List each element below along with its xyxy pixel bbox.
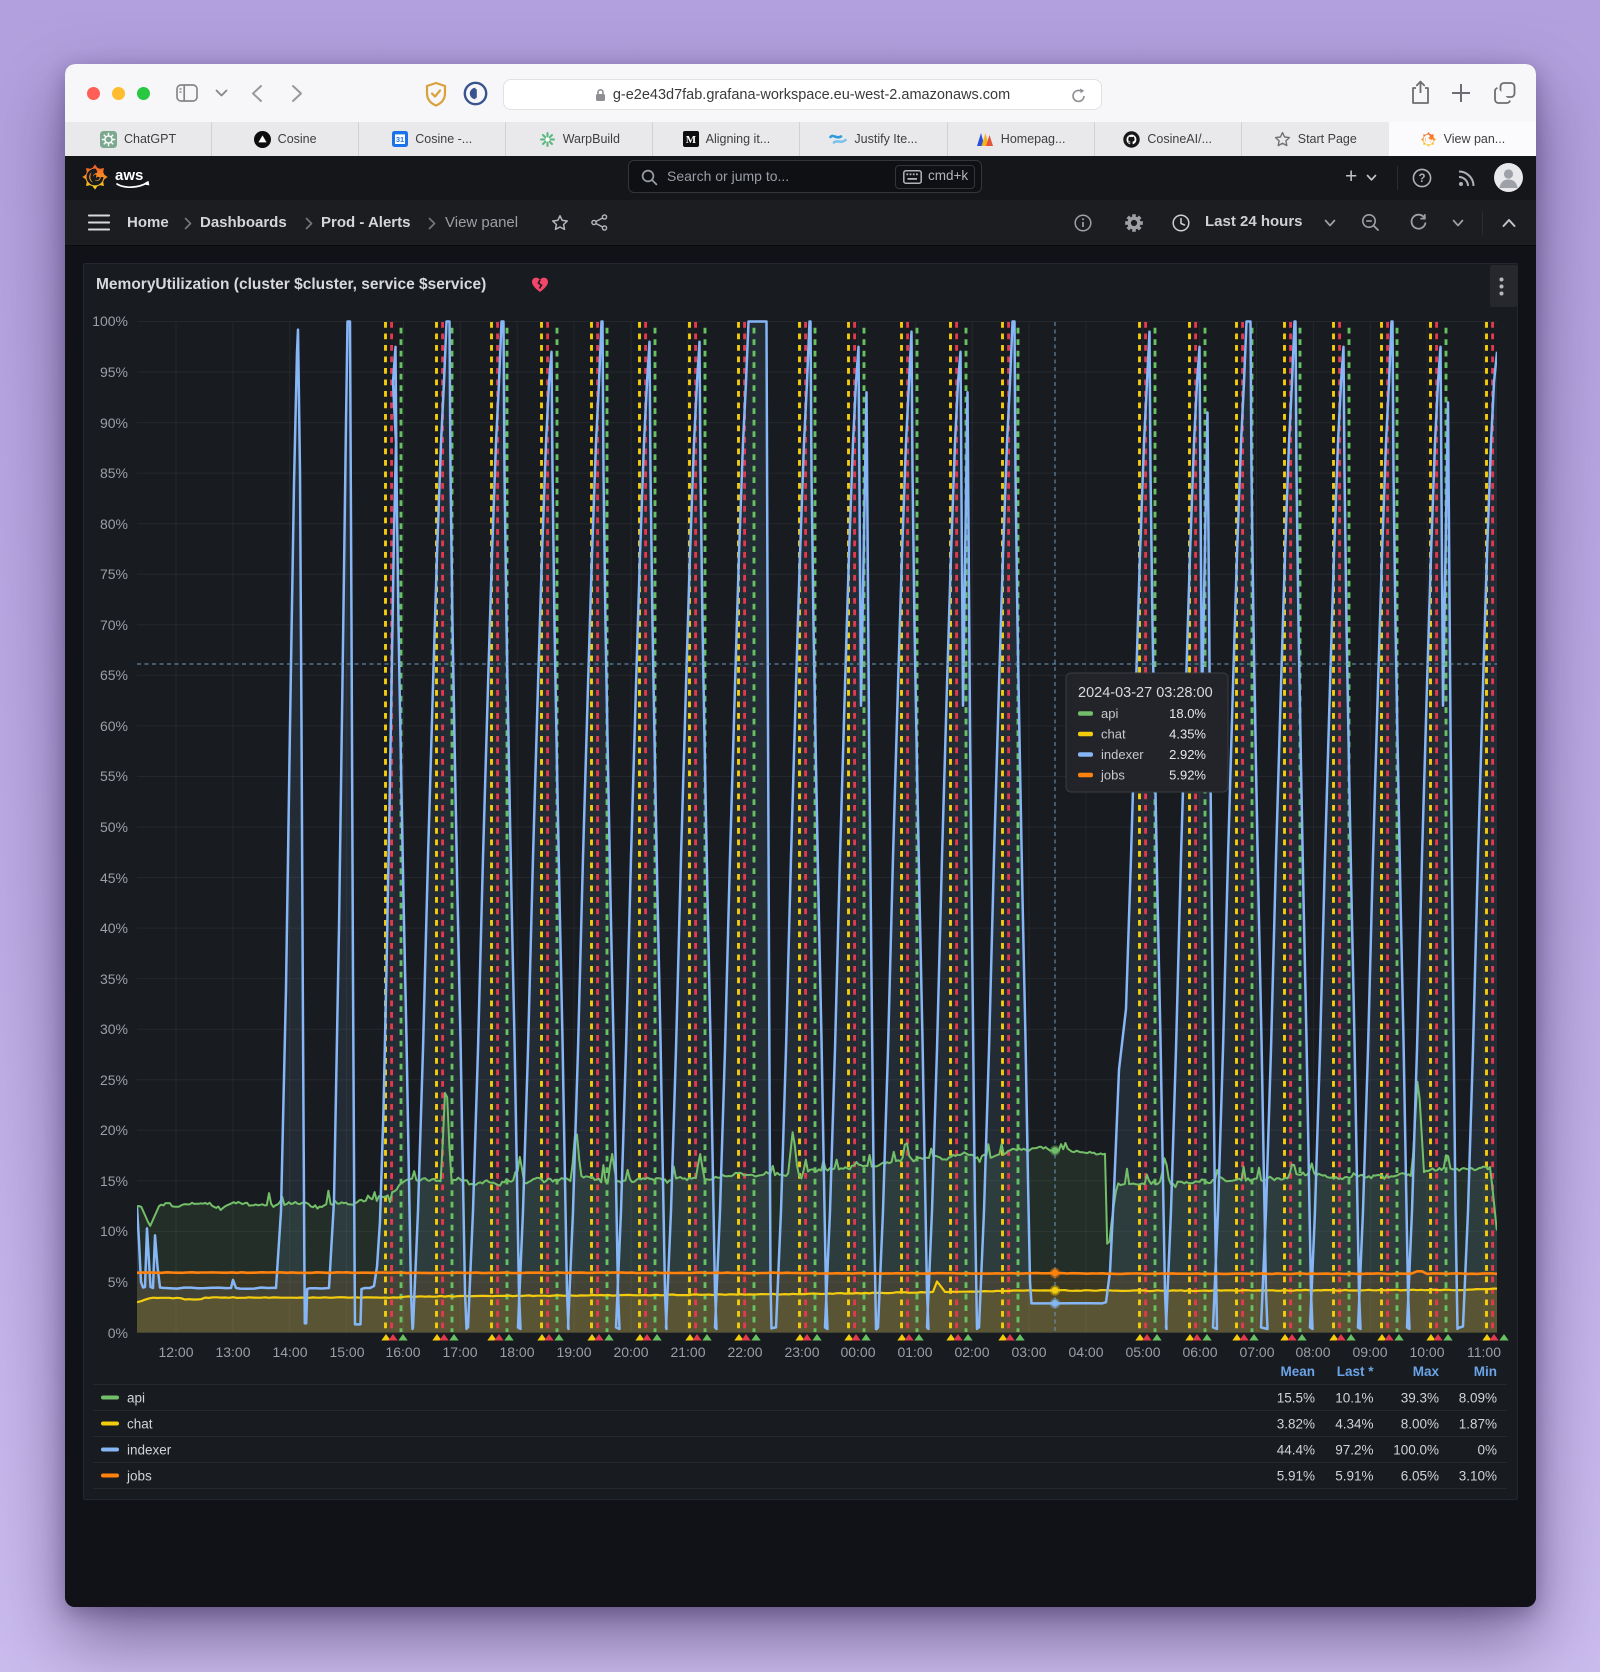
svg-text:10:00: 10:00 — [1409, 1344, 1444, 1360]
svg-text:6.05%: 6.05% — [1401, 1469, 1439, 1484]
svg-text:4.35%: 4.35% — [1169, 727, 1206, 742]
svg-text:0%: 0% — [108, 1325, 128, 1341]
svg-text:08:00: 08:00 — [1295, 1344, 1330, 1360]
svg-text:14:00: 14:00 — [272, 1344, 307, 1360]
svg-text:aws: aws — [115, 167, 143, 184]
svg-text:indexer: indexer — [1101, 747, 1144, 762]
svg-text:12:00: 12:00 — [158, 1344, 193, 1360]
svg-text:15:00: 15:00 — [329, 1344, 364, 1360]
svg-text:40%: 40% — [100, 920, 128, 936]
svg-text:20%: 20% — [100, 1122, 128, 1138]
svg-text:04:00: 04:00 — [1068, 1344, 1103, 1360]
svg-text:M: M — [685, 134, 696, 146]
svg-text:85%: 85% — [100, 465, 128, 481]
svg-text:chat: chat — [1101, 727, 1126, 742]
svg-text:19:00: 19:00 — [556, 1344, 591, 1360]
svg-text:00:00: 00:00 — [840, 1344, 875, 1360]
svg-text:1.87%: 1.87% — [1459, 1417, 1497, 1432]
svg-text:5.91%: 5.91% — [1277, 1469, 1315, 1484]
svg-text:3.10%: 3.10% — [1459, 1469, 1497, 1484]
svg-text:5.92%: 5.92% — [1169, 768, 1206, 783]
svg-text:95%: 95% — [100, 364, 128, 380]
svg-text:01:00: 01:00 — [897, 1344, 932, 1360]
svg-text:jobs: jobs — [126, 1469, 152, 1484]
svg-text:8.00%: 8.00% — [1401, 1417, 1439, 1432]
svg-text:75%: 75% — [100, 566, 128, 582]
svg-text:50%: 50% — [100, 819, 128, 835]
svg-text:18:00: 18:00 — [499, 1344, 534, 1360]
svg-text:13:00: 13:00 — [215, 1344, 250, 1360]
svg-text:22:00: 22:00 — [727, 1344, 762, 1360]
svg-text:5.91%: 5.91% — [1335, 1469, 1373, 1484]
svg-text:05:00: 05:00 — [1125, 1344, 1160, 1360]
svg-text:45%: 45% — [100, 870, 128, 886]
svg-text:100.0%: 100.0% — [1393, 1443, 1439, 1458]
svg-text:8.09%: 8.09% — [1459, 1391, 1497, 1406]
svg-text:97.2%: 97.2% — [1335, 1443, 1373, 1458]
svg-text:60%: 60% — [100, 718, 128, 734]
svg-text:07:00: 07:00 — [1239, 1344, 1274, 1360]
svg-text:chat: chat — [127, 1417, 153, 1432]
svg-text:90%: 90% — [100, 415, 128, 431]
svg-text:25%: 25% — [100, 1072, 128, 1088]
svg-text:?: ? — [1418, 173, 1425, 185]
svg-text:Max: Max — [1413, 1364, 1440, 1379]
svg-text:70%: 70% — [100, 617, 128, 633]
svg-text:4.34%: 4.34% — [1335, 1417, 1373, 1432]
svg-text:jobs: jobs — [1100, 768, 1125, 783]
svg-text:10%: 10% — [100, 1223, 128, 1239]
svg-text:21:00: 21:00 — [670, 1344, 705, 1360]
svg-text:39.3%: 39.3% — [1401, 1391, 1439, 1406]
svg-text:3.82%: 3.82% — [1277, 1417, 1315, 1432]
svg-text:15%: 15% — [100, 1173, 128, 1189]
svg-text:09:00: 09:00 — [1352, 1344, 1387, 1360]
svg-text:16:00: 16:00 — [385, 1344, 420, 1360]
svg-text:20:00: 20:00 — [613, 1344, 648, 1360]
svg-text:44.4%: 44.4% — [1277, 1443, 1315, 1458]
svg-text:23:00: 23:00 — [784, 1344, 819, 1360]
svg-text:Mean: Mean — [1280, 1364, 1315, 1379]
svg-text:10.1%: 10.1% — [1335, 1391, 1373, 1406]
svg-text:5%: 5% — [108, 1274, 128, 1290]
svg-text:31: 31 — [396, 135, 404, 144]
svg-text:02:00: 02:00 — [954, 1344, 989, 1360]
svg-text:55%: 55% — [100, 768, 128, 784]
svg-text:80%: 80% — [100, 516, 128, 532]
svg-text:06:00: 06:00 — [1182, 1344, 1217, 1360]
svg-text:03:00: 03:00 — [1011, 1344, 1046, 1360]
svg-text:35%: 35% — [100, 971, 128, 987]
svg-text:18.0%: 18.0% — [1169, 706, 1206, 721]
svg-text:65%: 65% — [100, 667, 128, 683]
svg-text:15.5%: 15.5% — [1277, 1391, 1315, 1406]
svg-text:100%: 100% — [92, 313, 128, 329]
svg-text:Last *: Last * — [1337, 1364, 1375, 1379]
svg-text:17:00: 17:00 — [442, 1344, 477, 1360]
svg-text:Min: Min — [1474, 1364, 1497, 1379]
svg-text:11:00: 11:00 — [1467, 1344, 1501, 1360]
svg-text:30%: 30% — [100, 1021, 128, 1037]
svg-text:0%: 0% — [1477, 1443, 1497, 1458]
svg-text:indexer: indexer — [127, 1443, 172, 1458]
svg-text:api: api — [127, 1391, 145, 1406]
svg-text:api: api — [1101, 706, 1118, 721]
svg-text:2024-03-27 03:28:00: 2024-03-27 03:28:00 — [1078, 685, 1213, 701]
svg-text:2.92%: 2.92% — [1169, 747, 1206, 762]
